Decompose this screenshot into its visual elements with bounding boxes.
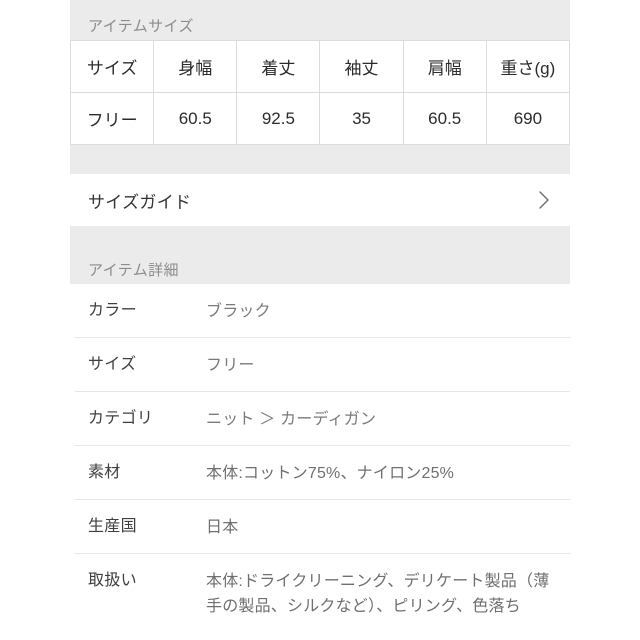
table-cell: フリー <box>69 92 155 145</box>
table-header-row: サイズ 身幅 着丈 袖丈 肩幅 重さ(g) <box>69 40 571 93</box>
table-header-cell: 身幅 <box>153 40 238 93</box>
detail-label: カラー <box>88 302 137 319</box>
detail-label: サイズ <box>88 356 137 373</box>
detail-value: 本体:ドライクリーニング、デリケート製品（薄手の製品、シルクなど）、ピリング、色… <box>206 573 550 615</box>
list-item: カテゴリ ニット ＞ カーディガン <box>75 392 570 446</box>
table-cell: 35 <box>319 92 404 145</box>
size-guide-row[interactable]: サイズガイド <box>70 174 570 226</box>
section-title-item-detail: アイテム詳細 <box>88 262 179 279</box>
detail-value: ニット ＞ カーディガン <box>206 411 377 428</box>
table-header-cell: サイズ <box>69 40 155 93</box>
chevron-right-icon <box>538 190 550 210</box>
detail-value: 本体:コットン75%、ナイロン25% <box>206 465 455 482</box>
detail-value: ブラック <box>206 303 271 320</box>
table-header-cell: 重さ(g) <box>485 40 571 93</box>
item-size-table-body: フリー 60.5 92.5 35 60.5 690 <box>69 92 571 145</box>
table-row: フリー 60.5 92.5 35 60.5 690 <box>69 92 571 145</box>
section-spacer-above-size-guide <box>70 145 570 174</box>
list-item: 取扱い 本体:ドライクリーニング、デリケート製品（薄手の製品、シルクなど）、ピリ… <box>75 554 570 619</box>
list-item: カラー ブラック <box>75 284 570 338</box>
detail-value: フリー <box>206 357 255 374</box>
section-header-item-size: アイテムサイズ <box>70 0 570 40</box>
detail-value: 日本 <box>206 519 239 536</box>
item-size-table-head: サイズ 身幅 着丈 袖丈 肩幅 重さ(g) <box>69 40 571 93</box>
detail-label: 取扱い <box>88 572 137 589</box>
table-header-cell: 袖丈 <box>319 40 404 93</box>
section-title-item-size: アイテムサイズ <box>88 18 194 35</box>
list-item: 素材 本体:コットン75%、ナイロン25% <box>75 446 570 500</box>
detail-label: 生産国 <box>88 518 137 535</box>
table-header-cell: 肩幅 <box>402 40 487 93</box>
table-cell: 690 <box>485 92 571 145</box>
detail-label: カテゴリ <box>88 410 154 427</box>
size-guide-label: サイズガイド <box>88 192 192 212</box>
list-item: サイズ フリー <box>75 338 570 392</box>
item-size-table: サイズ 身幅 着丈 袖丈 肩幅 重さ(g) フリー 60.5 92.5 35 6… <box>69 40 571 145</box>
table-header-cell: 着丈 <box>236 40 321 93</box>
table-cell: 60.5 <box>402 92 487 145</box>
list-item: 生産国 日本 <box>75 500 570 554</box>
item-detail-list: カラー ブラック サイズ フリー カテゴリ ニット ＞ カーディガン 素材 本体… <box>70 284 570 619</box>
table-cell: 60.5 <box>153 92 238 145</box>
detail-label: 素材 <box>88 464 121 481</box>
section-header-item-detail: アイテム詳細 <box>70 226 570 284</box>
product-detail-page: アイテムサイズ サイズ 身幅 着丈 袖丈 肩幅 重さ(g) フリー 60.5 9… <box>0 0 640 640</box>
content-column: アイテムサイズ サイズ 身幅 着丈 袖丈 肩幅 重さ(g) フリー 60.5 9… <box>69 0 571 619</box>
table-cell: 92.5 <box>236 92 321 145</box>
